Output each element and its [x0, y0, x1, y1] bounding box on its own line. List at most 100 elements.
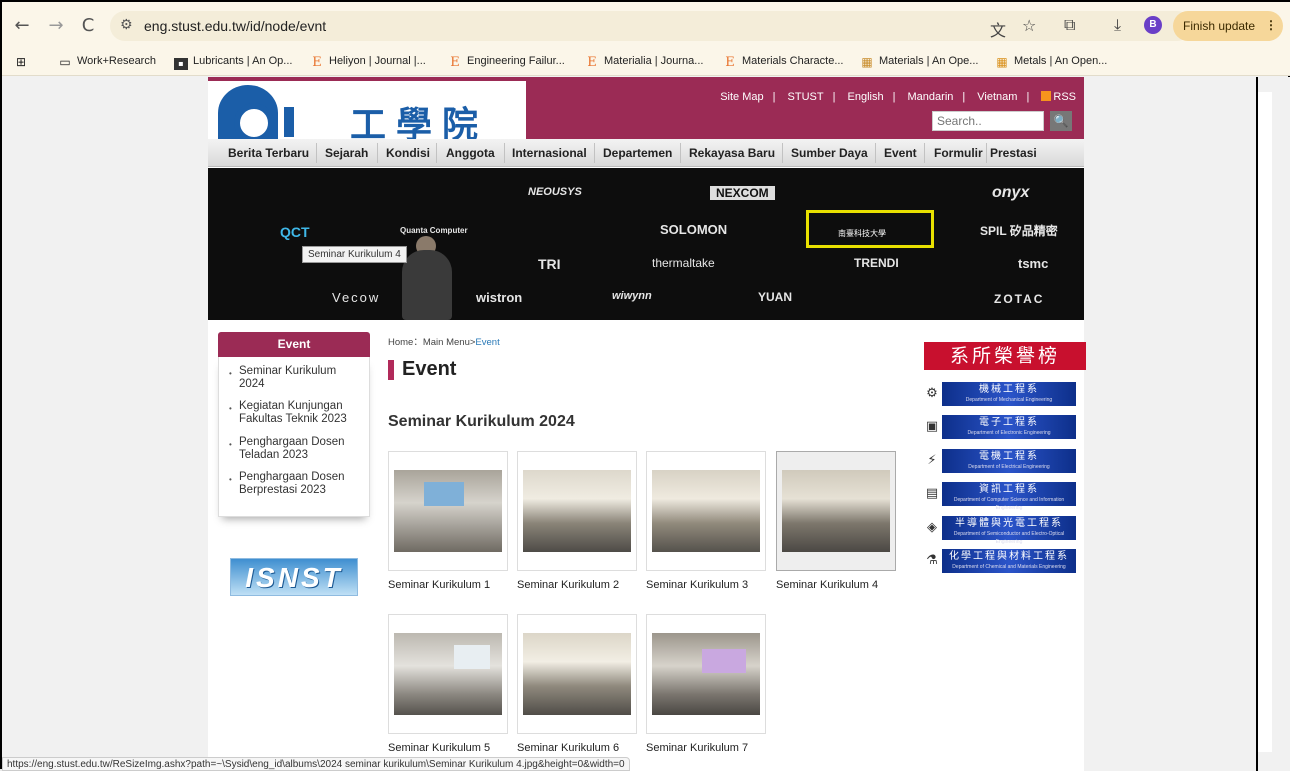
sponsor-banner[interactable]: NEOUSYS NEXCOM onyx QCT Quanta Computer … — [208, 168, 1084, 320]
profile-avatar[interactable]: B — [1144, 16, 1162, 34]
sponsor-logo: ZOTAC — [994, 292, 1045, 306]
bookmark-folder[interactable]: ▭ Work+Research — [58, 55, 156, 68]
bookmark-item[interactable]: ▦ Metals | An Open... — [995, 55, 1107, 68]
sidebar-item[interactable]: Kegiatan Kunjungan Fakultas Teknik 2023 — [229, 400, 359, 426]
menu-sejarah[interactable]: Sejarah — [325, 146, 368, 160]
isnst-banner[interactable]: ISNST — [230, 558, 358, 596]
photo-caption[interactable]: Seminar Kurikulum 7 — [646, 742, 748, 754]
elsevier-icon: E — [725, 55, 735, 70]
bookmark-item[interactable]: E Heliyon | Journal |... — [310, 55, 426, 69]
menu-sumber-daya[interactable]: Sumber Daya — [791, 146, 868, 160]
chip-icon: ▣ — [925, 419, 939, 434]
link-english[interactable]: English — [848, 91, 884, 103]
sponsor-logo: TRI — [538, 256, 561, 272]
dept-link-mechanical[interactable]: ⚙ 機械工程系 Department of Mechanical Engineer… — [924, 382, 1080, 406]
breadcrumb-main-menu[interactable]: Main Menu — [423, 337, 470, 348]
elsevier-icon: E — [587, 55, 597, 70]
sponsor-logo: NEXCOM — [710, 186, 775, 200]
bookmark-item[interactable]: E Materialia | Journa... — [585, 55, 703, 69]
photo-thumbnail[interactable] — [646, 614, 766, 734]
flask-icon: ⚗ — [926, 553, 938, 568]
dept-link-semiconductor[interactable]: ◈ 半導體與光電工程系 Department of Semiconductor a… — [924, 516, 1080, 545]
dept-link-chemical[interactable]: ⚗ 化學工程與材料工程系 Department of Chemical and M… — [924, 549, 1080, 573]
gear-logo-icon — [218, 85, 278, 143]
link-rss[interactable]: RSS — [1053, 91, 1076, 103]
dept-link-electrical[interactable]: ⚡ 電機工程系 Department of Electrical Engineer… — [924, 449, 1080, 473]
menu-anggota[interactable]: Anggota — [446, 146, 495, 160]
mdpi-icon: ▦ — [996, 55, 1008, 69]
site-info-icon[interactable]: ⚙ — [120, 17, 133, 33]
sidebar-item[interactable]: Seminar Kurikulum 2024 — [229, 365, 359, 391]
photo-thumbnail[interactable] — [388, 451, 508, 571]
menu-prestasi[interactable]: Prestasi — [990, 146, 1037, 160]
sponsor-logo: YUAN — [758, 290, 793, 304]
photo-thumbnail[interactable] — [776, 451, 896, 571]
link-stust[interactable]: STUST — [788, 91, 824, 103]
apps-icon[interactable]: ⊞ — [14, 55, 33, 68]
translate-icon[interactable]: 文 — [990, 17, 1006, 41]
photo-caption[interactable]: Seminar Kurikulum 1 — [388, 579, 490, 591]
site-search-input[interactable] — [932, 111, 1044, 131]
url-text[interactable]: eng.stust.edu.tw/id/node/evnt — [144, 18, 326, 34]
main-menu: Berita Terbaru Sejarah Kondisi Anggota I… — [208, 139, 1084, 167]
photo-caption[interactable]: Seminar Kurikulum 2 — [517, 579, 619, 591]
download-icon[interactable]: ⤓ — [1114, 15, 1121, 35]
dept-link-computer-science[interactable]: ▤ 資訊工程系 Department of Computer Science an… — [924, 482, 1080, 511]
menu-departemen[interactable]: Departemen — [603, 146, 672, 160]
rss-icon — [1041, 91, 1052, 101]
photo-caption[interactable]: Seminar Kurikulum 3 — [646, 579, 748, 591]
photo-caption[interactable]: Seminar Kurikulum 6 — [517, 742, 619, 754]
photo-caption[interactable]: Seminar Kurikulum 5 — [388, 742, 490, 754]
menu-formulir[interactable]: Formulir — [934, 146, 983, 160]
bookmarks-bar: ⊞ ▭ Work+Research ▪ Lubricants | An Op... … — [2, 50, 1290, 76]
sponsor-logo: TRENDI — [854, 256, 899, 270]
sidebar-item[interactable]: Penghargaan Dosen Berprestasi 2023 — [229, 471, 359, 497]
menu-event[interactable]: Event — [884, 146, 917, 160]
reload-icon[interactable]: C — [76, 14, 100, 38]
bookmark-item[interactable]: ▦ Materials | An Ope... — [860, 55, 978, 68]
link-site-map[interactable]: Site Map — [720, 91, 763, 103]
extensions-icon[interactable]: ⧉ — [1064, 15, 1075, 35]
bookmark-item[interactable]: E Engineering Failur... — [448, 55, 565, 69]
menu-berita-terbaru[interactable]: Berita Terbaru — [228, 146, 309, 160]
sidebar-list: Seminar Kurikulum 2024 Kegiatan Kunjunga… — [218, 357, 370, 517]
finish-update-button[interactable]: Finish update ⋮ — [1173, 11, 1283, 41]
mdpi-icon: ▦ — [861, 55, 873, 69]
logo-text: 工學院 — [350, 105, 489, 139]
sidebar-item[interactable]: Penghargaan Dosen Teladan 2023 — [229, 436, 359, 462]
link-vietnam[interactable]: Vietnam — [977, 91, 1017, 103]
search-icon[interactable]: 🔍 — [1050, 111, 1072, 131]
forward-icon[interactable]: → — [44, 14, 68, 38]
sponsor-logo: SOLOMON — [660, 222, 728, 237]
menu-rekayasa-baru[interactable]: Rekayasa Baru — [689, 146, 775, 160]
bookmark-item[interactable]: E Materials Characte... — [723, 55, 843, 69]
photo-thumbnail[interactable] — [517, 451, 637, 571]
link-mandarin[interactable]: Mandarin — [908, 91, 954, 103]
dept-link-electronic[interactable]: ▣ 電子工程系 Department of Electronic Engineer… — [924, 415, 1080, 439]
bookmark-star-icon[interactable]: ☆ — [1022, 16, 1036, 35]
sponsor-logo: Quanta Computer — [400, 226, 468, 235]
site-header: 工學院 Site Map | STUST | English | Mandarin | … — [208, 77, 1084, 143]
photo-thumbnail[interactable] — [646, 451, 766, 571]
sponsor-logo: wistron — [476, 290, 523, 305]
photo-thumbnail[interactable] — [388, 614, 508, 734]
sponsor-logo: thermaltake — [652, 256, 715, 270]
menu-dots-icon[interactable]: ⋮ — [1265, 18, 1277, 32]
breadcrumb: Home：Main Menu>Event — [388, 337, 500, 348]
sponsor-logo: Vecow — [332, 290, 381, 305]
menu-kondisi[interactable]: Kondisi — [386, 146, 430, 160]
breadcrumb-current[interactable]: Event — [475, 337, 499, 348]
photo-caption[interactable]: Seminar Kurikulum 4 — [776, 579, 878, 591]
highlighted-logo-text: 南臺科技大學 — [838, 229, 886, 238]
breadcrumb-home[interactable]: Home — [388, 337, 413, 348]
scrollbar-thumb[interactable] — [1258, 92, 1272, 752]
sponsor-logo: tsmc — [1018, 256, 1049, 271]
diamond-icon: ◈ — [927, 520, 937, 535]
motor-icon: ⚡ — [927, 453, 937, 468]
back-icon[interactable]: ← — [10, 14, 34, 38]
menu-internasional[interactable]: Internasional — [512, 146, 587, 160]
bookmark-item[interactable]: ▪ Lubricants | An Op... — [174, 55, 292, 70]
college-logo[interactable]: 工學院 — [208, 81, 526, 143]
address-bar[interactable]: ⚙ eng.stust.edu.tw/id/node/evnt 文 ☆ — [110, 11, 1192, 41]
photo-thumbnail[interactable] — [517, 614, 637, 734]
